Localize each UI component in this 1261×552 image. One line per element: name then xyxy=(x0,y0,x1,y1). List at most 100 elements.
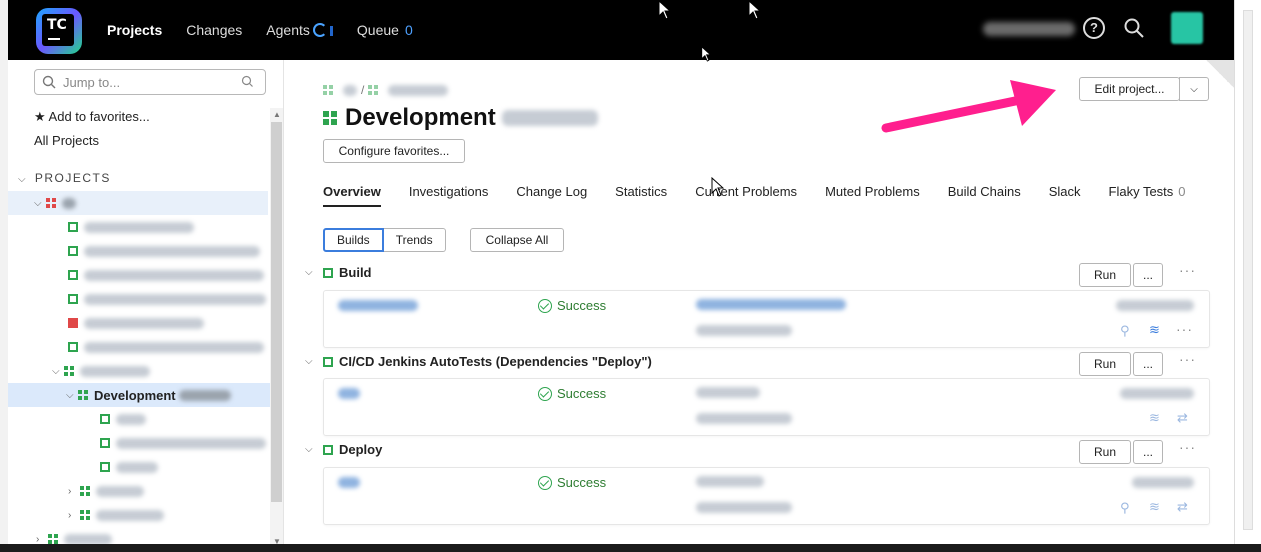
tree-item-build-config[interactable] xyxy=(8,263,268,287)
redacted-name xyxy=(116,437,266,449)
build-config-icon xyxy=(100,462,110,472)
chevron-down-icon: ⌵ xyxy=(34,197,42,209)
outer-window-scrollbar[interactable] xyxy=(1234,0,1261,552)
redacted-name[interactable] xyxy=(388,84,449,96)
avatar[interactable] xyxy=(1171,12,1203,44)
paperclip-icon[interactable]: ⚲ xyxy=(1120,323,1130,339)
taskbar-edge xyxy=(0,544,1261,552)
tree-item-build-config[interactable] xyxy=(8,407,268,431)
project-sidebar: Jump to... ★ Add to favorites... All Pro… xyxy=(8,60,284,552)
tree-item-build-config[interactable] xyxy=(8,455,268,479)
tab-investigations[interactable]: Investigations xyxy=(409,184,489,207)
trends-toggle[interactable]: Trends xyxy=(383,228,446,252)
build-row[interactable]: Success ≋ ⇄ xyxy=(323,378,1210,436)
section-header[interactable]: ⌵ Deploy xyxy=(305,442,382,457)
compare-icon[interactable]: ⇄ xyxy=(1177,499,1188,515)
project-icon xyxy=(48,534,58,544)
compare-icon[interactable]: ⇄ xyxy=(1177,410,1188,426)
tree-item-build-config[interactable] xyxy=(8,215,268,239)
edit-project-button[interactable]: Edit project... xyxy=(1079,77,1180,101)
search-icon[interactable] xyxy=(1123,17,1145,39)
build-status[interactable]: Success xyxy=(538,386,606,401)
page-title: Development xyxy=(323,104,599,132)
mouse-cursor-icon xyxy=(711,177,725,197)
tree-item-build-config[interactable] xyxy=(8,335,268,359)
build-status[interactable]: Success xyxy=(538,475,606,490)
tree-item-development[interactable]: ⌵ Development xyxy=(8,383,270,407)
teamcity-logo[interactable]: TC xyxy=(36,8,82,54)
tree-item-build-config[interactable] xyxy=(8,239,268,263)
redacted-name xyxy=(84,245,260,257)
builds-toggle[interactable]: Builds xyxy=(323,228,384,252)
tab-muted-problems[interactable]: Muted Problems xyxy=(825,184,920,207)
tree-item-subproject[interactable]: ⌵ xyxy=(8,359,268,383)
more-actions-icon[interactable]: ··· xyxy=(1179,439,1196,455)
edit-project-dropdown[interactable]: ⌵ xyxy=(1179,77,1209,101)
corner-toggle-icon[interactable] xyxy=(1206,60,1234,88)
add-to-favorites-link[interactable]: ★ Add to favorites... xyxy=(34,109,150,125)
redacted-name xyxy=(502,110,599,126)
build-config-icon xyxy=(68,222,78,232)
collapse-all-button[interactable]: Collapse All xyxy=(470,228,564,252)
projects-section-header[interactable]: ⌵ PROJECTS xyxy=(18,171,111,185)
chevron-down-icon: ⌵ xyxy=(66,389,74,401)
redacted-name xyxy=(179,389,232,401)
mouse-cursor-icon xyxy=(748,0,762,20)
more-actions-icon[interactable]: ··· xyxy=(1176,321,1193,337)
redacted-build-number[interactable] xyxy=(338,477,360,488)
section-title: Deploy xyxy=(339,442,383,457)
build-config-icon xyxy=(68,246,78,256)
more-actions-icon[interactable]: ··· xyxy=(1179,351,1196,367)
nav-projects[interactable]: Projects xyxy=(107,22,162,38)
username-redacted[interactable] xyxy=(983,22,1075,36)
sidebar-scrollbar[interactable]: ▲ ▼ xyxy=(270,108,283,548)
build-config-icon xyxy=(68,342,78,352)
run-options-button[interactable]: ... xyxy=(1133,440,1163,464)
layers-icon[interactable]: ≋ xyxy=(1149,410,1160,426)
section-header[interactable]: ⌵ CI/CD Jenkins AutoTests (Dependencies "… xyxy=(305,354,652,369)
help-icon[interactable]: ? xyxy=(1083,17,1105,39)
run-options-button[interactable]: ... xyxy=(1133,263,1163,287)
tab-change-log[interactable]: Change Log xyxy=(516,184,587,207)
redacted-name xyxy=(116,461,158,473)
tab-build-chains[interactable]: Build Chains xyxy=(948,184,1021,207)
build-row[interactable]: Success ⚲ ≋ ⇄ xyxy=(323,467,1210,525)
tree-item-root-project[interactable]: ⌵ xyxy=(8,191,268,215)
more-actions-icon[interactable]: ··· xyxy=(1179,262,1196,278)
nav-queue[interactable]: Queue 0 xyxy=(357,22,413,38)
tab-overview[interactable]: Overview xyxy=(323,184,381,207)
tree-item-build-config[interactable] xyxy=(8,287,268,311)
section-header[interactable]: ⌵ Build xyxy=(305,265,372,280)
nav-changes[interactable]: Changes xyxy=(186,22,242,38)
tree-item-subproject[interactable]: › xyxy=(8,503,268,527)
layers-icon[interactable]: ≋ xyxy=(1149,499,1160,515)
run-button[interactable]: Run xyxy=(1079,440,1131,464)
redacted-name xyxy=(96,485,144,497)
configure-favorites-button[interactable]: Configure favorites... xyxy=(323,139,465,163)
run-button[interactable]: Run xyxy=(1079,263,1131,287)
redacted-name[interactable] xyxy=(343,84,357,96)
tree-item-build-config[interactable] xyxy=(8,431,268,455)
jump-to-input[interactable]: Jump to... xyxy=(34,69,266,95)
redacted-build-number[interactable] xyxy=(338,388,360,399)
page-title-text: Development xyxy=(345,104,496,131)
section-title: CI/CD Jenkins AutoTests (Dependencies "D… xyxy=(339,354,652,369)
tree-item-build-config-failed[interactable] xyxy=(8,311,268,335)
tab-statistics[interactable]: Statistics xyxy=(615,184,667,207)
tree-item-subproject[interactable]: › xyxy=(8,479,268,503)
build-status[interactable]: Success xyxy=(538,298,606,313)
scroll-up-icon[interactable]: ▲ xyxy=(273,110,281,119)
layers-icon[interactable]: ≋ xyxy=(1149,322,1160,338)
chevron-right-icon: › xyxy=(68,485,72,497)
tab-flaky-tests[interactable]: Flaky Tests 0 xyxy=(1109,184,1186,207)
run-button[interactable]: Run xyxy=(1079,352,1131,376)
build-row[interactable]: Success ⚲ ≋ ··· xyxy=(323,290,1210,348)
all-projects-link[interactable]: All Projects xyxy=(34,133,99,148)
tab-slack[interactable]: Slack xyxy=(1049,184,1081,207)
run-options-button[interactable]: ... xyxy=(1133,352,1163,376)
redacted-changes[interactable] xyxy=(696,299,846,310)
nav-agents[interactable]: Agents xyxy=(266,22,333,38)
redacted-build-number[interactable] xyxy=(338,300,418,311)
scrollbar-thumb[interactable] xyxy=(271,122,282,502)
paperclip-icon[interactable]: ⚲ xyxy=(1120,500,1130,516)
